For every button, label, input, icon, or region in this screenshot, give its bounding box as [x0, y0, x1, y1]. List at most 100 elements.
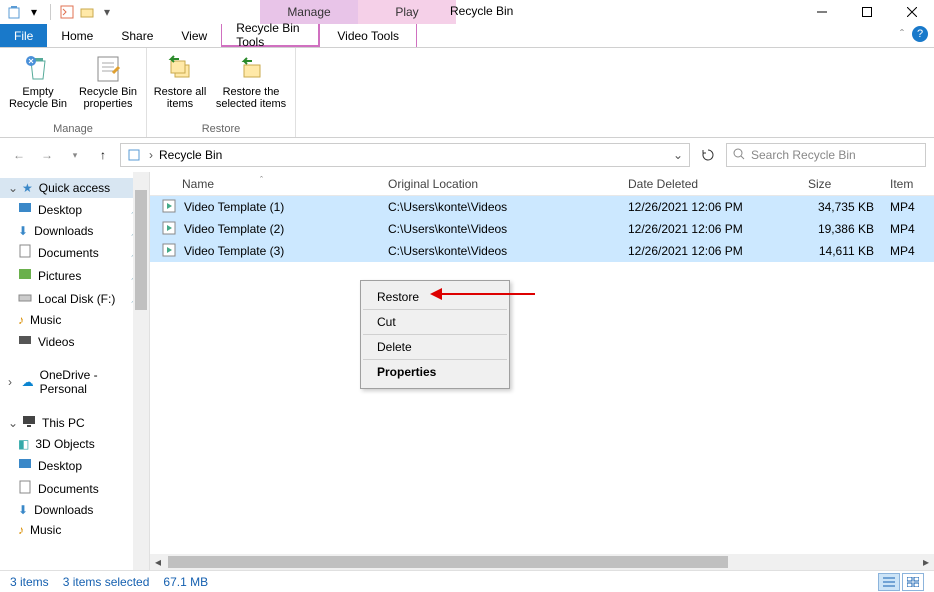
- table-row[interactable]: Video Template (2) C:\Users\konte\Videos…: [150, 218, 934, 240]
- tab-video-tools[interactable]: Video Tools: [319, 24, 417, 47]
- nav-pc-documents[interactable]: Documents: [0, 477, 149, 500]
- close-button[interactable]: [889, 0, 934, 24]
- nav-downloads[interactable]: ⬇Downloads📌: [0, 221, 149, 241]
- status-item-count: 3 items: [10, 575, 49, 589]
- file-name: Video Template (1): [184, 200, 284, 214]
- nav-pictures-label: Pictures: [38, 269, 81, 283]
- nav-scrollbar[interactable]: [133, 172, 149, 570]
- search-placeholder: Search Recycle Bin: [751, 148, 856, 162]
- nav-3d-objects[interactable]: ◧3D Objects: [0, 434, 149, 454]
- chevron-down-icon[interactable]: ⌄: [8, 416, 16, 430]
- recycle-bin-properties-button[interactable]: Recycle Bin properties: [76, 52, 140, 121]
- restore-selected-button[interactable]: Restore the selected items: [213, 52, 289, 121]
- nav-localdisk[interactable]: Local Disk (F:)📌: [0, 287, 149, 310]
- details-view-button[interactable]: [878, 573, 900, 591]
- status-selected-count: 3 items selected: [63, 575, 150, 589]
- breadcrumb-separator-icon[interactable]: ›: [149, 148, 153, 162]
- cube-icon: ◧: [18, 437, 29, 451]
- column-item-type[interactable]: Item: [882, 177, 934, 191]
- file-original-location: C:\Users\konte\Videos: [380, 200, 620, 214]
- ctx-restore[interactable]: Restore: [363, 285, 507, 310]
- thumbnails-view-button[interactable]: [902, 573, 924, 591]
- computer-icon: [22, 414, 36, 431]
- file-type: MP4: [882, 200, 934, 214]
- nav-desktop-label: Desktop: [38, 203, 82, 217]
- table-row[interactable]: Video Template (3) C:\Users\konte\Videos…: [150, 240, 934, 262]
- chevron-right-icon[interactable]: ›: [8, 375, 16, 389]
- table-row[interactable]: Video Template (1) C:\Users\konte\Videos…: [150, 196, 934, 218]
- empty-recycle-bin-button[interactable]: Empty Recycle Bin: [6, 52, 70, 121]
- tab-view[interactable]: View: [167, 24, 221, 47]
- nav-up-button[interactable]: ↑: [92, 144, 114, 166]
- qat-dropdown-icon[interactable]: ▾: [26, 4, 42, 20]
- column-size[interactable]: Size: [800, 177, 882, 191]
- collapse-ribbon-icon[interactable]: ˆ: [900, 27, 904, 41]
- chevron-down-icon[interactable]: ⌄: [8, 181, 16, 195]
- nav-forward-button[interactable]: →: [36, 144, 58, 166]
- file-type: MP4: [882, 244, 934, 258]
- scroll-left-icon[interactable]: ◂: [150, 554, 166, 570]
- scroll-right-icon[interactable]: ▸: [918, 554, 934, 570]
- nav-videos[interactable]: Videos: [0, 330, 149, 353]
- ribbon-group-manage-label: Manage: [53, 121, 93, 135]
- restore-selected-icon: [235, 52, 267, 84]
- recycle-bin-properties-label: Recycle Bin properties: [76, 86, 140, 110]
- column-name[interactable]: ˆName: [150, 177, 380, 191]
- column-original-location[interactable]: Original Location: [380, 177, 620, 191]
- nav-desktop[interactable]: Desktop📌: [0, 198, 149, 221]
- new-folder-qat-icon[interactable]: [79, 4, 95, 20]
- context-menu: Restore Cut Delete Properties: [360, 280, 510, 389]
- properties-icon: [92, 52, 124, 84]
- ribbon-group-manage: Empty Recycle Bin Recycle Bin properties…: [0, 48, 147, 137]
- file-date-deleted: 12/26/2021 12:06 PM: [620, 222, 800, 236]
- documents-icon: [18, 244, 32, 261]
- nav-onedrive[interactable]: ›☁OneDrive - Personal: [0, 365, 149, 399]
- tab-home[interactable]: Home: [47, 24, 107, 47]
- column-date-deleted[interactable]: Date Deleted: [620, 177, 800, 191]
- nav-downloads-label: Downloads: [34, 224, 93, 238]
- qat-customize-icon[interactable]: ▾: [99, 4, 115, 20]
- horizontal-scrollbar[interactable]: ◂ ▸: [150, 554, 934, 570]
- ctx-properties[interactable]: Properties: [363, 360, 507, 384]
- nav-music[interactable]: ♪Music: [0, 310, 149, 330]
- tab-share[interactable]: Share: [107, 24, 167, 47]
- address-bar-row: ← → ▾ ↑ › Recycle Bin ⌄ Search Recycle B…: [0, 138, 934, 172]
- desktop-icon: [18, 201, 32, 218]
- file-type: MP4: [882, 222, 934, 236]
- nav-quick-access[interactable]: ⌄★Quick access: [0, 178, 149, 198]
- view-switcher: [878, 573, 924, 591]
- tab-file[interactable]: File: [0, 24, 47, 47]
- navigation-pane: ⌄★Quick access Desktop📌 ⬇Downloads📌 Docu…: [0, 172, 150, 570]
- help-icon[interactable]: ?: [912, 26, 928, 42]
- ctx-delete[interactable]: Delete: [363, 335, 507, 360]
- nav-pc-desktop[interactable]: Desktop: [0, 454, 149, 477]
- nav-pc-music[interactable]: ♪Music: [0, 520, 149, 540]
- maximize-button[interactable]: [844, 0, 889, 24]
- nav-pc-documents-label: Documents: [38, 482, 99, 496]
- nav-pictures[interactable]: Pictures📌: [0, 264, 149, 287]
- nav-pc-desktop-label: Desktop: [38, 459, 82, 473]
- nav-pc-downloads[interactable]: ⬇Downloads: [0, 500, 149, 520]
- minimize-button[interactable]: [799, 0, 844, 24]
- nav-recent-dropdown[interactable]: ▾: [64, 144, 86, 166]
- nav-thispc[interactable]: ⌄This PC: [0, 411, 149, 434]
- address-bar[interactable]: › Recycle Bin ⌄: [120, 143, 690, 167]
- file-date-deleted: 12/26/2021 12:06 PM: [620, 244, 800, 258]
- videos-icon: [18, 333, 32, 350]
- restore-all-button[interactable]: Restore all items: [153, 52, 207, 121]
- search-input[interactable]: Search Recycle Bin: [726, 143, 926, 167]
- music-icon: ♪: [18, 313, 24, 327]
- address-dropdown-icon[interactable]: ⌄: [673, 148, 683, 162]
- breadcrumb[interactable]: Recycle Bin: [159, 148, 222, 162]
- tab-recycle-bin-tools[interactable]: Recycle Bin Tools: [221, 24, 319, 47]
- ctx-cut[interactable]: Cut: [363, 310, 507, 335]
- window-controls: [799, 0, 934, 24]
- pictures-icon: [18, 267, 32, 284]
- desktop-icon: [18, 457, 32, 474]
- scrollbar-thumb[interactable]: [135, 190, 147, 310]
- nav-documents[interactable]: Documents📌: [0, 241, 149, 264]
- properties-qat-icon[interactable]: [59, 4, 75, 20]
- nav-back-button[interactable]: ←: [8, 144, 30, 166]
- scrollbar-thumb[interactable]: [168, 556, 728, 568]
- refresh-button[interactable]: [696, 143, 720, 167]
